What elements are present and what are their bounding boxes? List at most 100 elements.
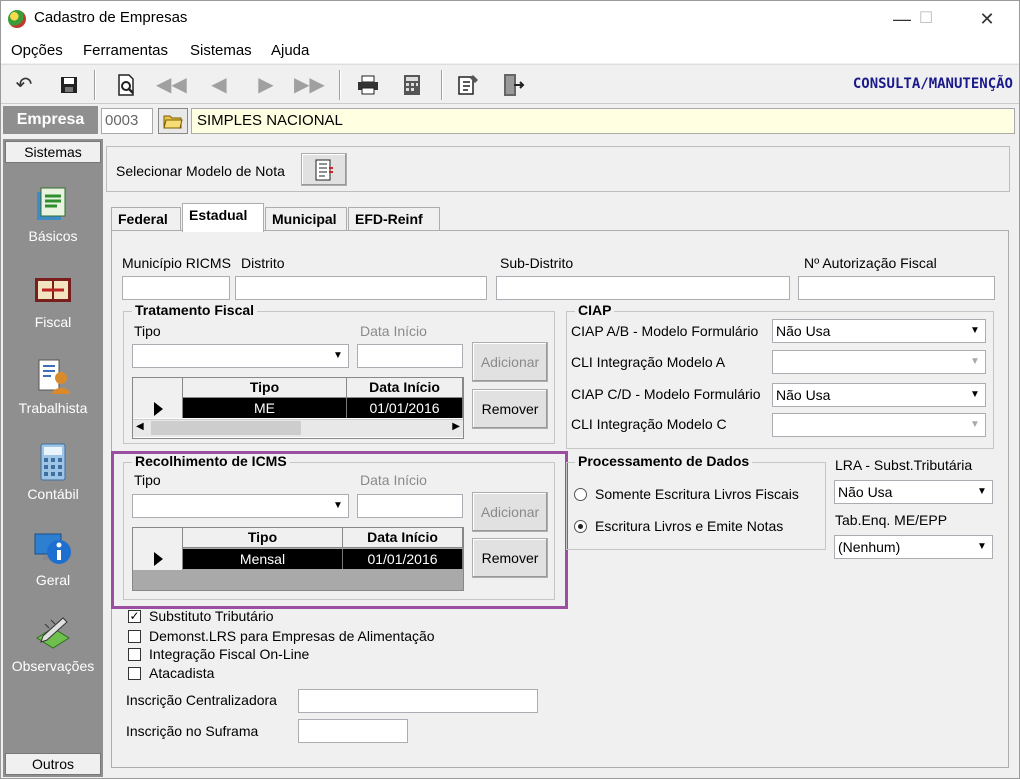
scroll-left-icon[interactable]: ◀ bbox=[136, 421, 144, 432]
ciap-title: CIAP bbox=[575, 302, 615, 318]
menu-opcoes[interactable]: Opções bbox=[11, 42, 63, 59]
title-bar: Cadastro de Empresas — ☐ ✕ bbox=[1, 1, 1019, 37]
ciap-cd-label: CIAP C/D - Modelo Formulário bbox=[571, 386, 761, 402]
first-record-icon[interactable]: ◀◀ bbox=[156, 71, 187, 99]
sidebar-footer-outros[interactable]: Outros bbox=[5, 753, 101, 775]
cli-modelo-a-select[interactable]: ▼ bbox=[772, 350, 986, 374]
sidebar-item-observacoes[interactable]: Observações bbox=[3, 614, 103, 674]
cli-modelo-c-select[interactable]: ▼ bbox=[772, 413, 986, 437]
tratamento-tipo-label: Tipo bbox=[134, 323, 161, 339]
chevron-down-icon: ▼ bbox=[973, 482, 991, 502]
tratamento-grid: Tipo Data Início ME 01/01/2016 ◀ ▶ bbox=[132, 377, 464, 439]
tab-federal[interactable]: Federal bbox=[111, 207, 181, 231]
horizontal-scrollbar[interactable]: ◀ ▶ bbox=[133, 419, 463, 437]
sidebar-item-contabil[interactable]: Contábil bbox=[3, 442, 103, 502]
basicos-icon bbox=[32, 184, 74, 224]
tab-efd-reinf[interactable]: EFD-Reinf bbox=[348, 207, 440, 231]
sidebar-item-fiscal[interactable]: Fiscal bbox=[3, 270, 103, 330]
select-modelo-button[interactable] bbox=[301, 153, 347, 186]
tratamento-fiscal-title: Tratamento Fiscal bbox=[132, 302, 258, 318]
municipio-ricms-field[interactable] bbox=[122, 276, 230, 300]
sidebar-item-trabalhista[interactable]: Trabalhista bbox=[3, 356, 103, 416]
sidebar-item-label: Básicos bbox=[28, 228, 78, 244]
sidebar-item-label: Geral bbox=[35, 572, 71, 588]
app-logo-icon bbox=[8, 10, 26, 28]
modelo-panel: Selecionar Modelo de Nota bbox=[106, 146, 1010, 192]
app-window: Cadastro de Empresas — ☐ ✕ Opções Ferram… bbox=[0, 0, 1020, 779]
info-icon bbox=[32, 528, 74, 568]
toolbar-separator bbox=[94, 70, 96, 100]
cli-modelo-a-label: CLI Integração Modelo A bbox=[571, 354, 726, 370]
menu-sistemas[interactable]: Sistemas bbox=[190, 42, 252, 59]
insc-centralizadora-field[interactable] bbox=[298, 689, 538, 713]
empresa-browse-button[interactable] bbox=[158, 108, 188, 134]
somente-escritura-label: Somente Escritura Livros Fiscais bbox=[595, 486, 799, 502]
tratamento-adicionar-button[interactable]: Adicionar bbox=[472, 342, 548, 382]
tab-municipal[interactable]: Municipal bbox=[265, 207, 347, 231]
help-tool-icon[interactable] bbox=[453, 71, 483, 99]
chevron-down-icon: ▼ bbox=[973, 537, 991, 557]
autorizacao-fiscal-field[interactable] bbox=[798, 276, 995, 300]
sidebar-item-basicos[interactable]: Básicos bbox=[3, 184, 103, 244]
sidebar-item-label: Observações bbox=[11, 658, 95, 674]
print-icon[interactable] bbox=[353, 71, 383, 99]
tabenq-select[interactable]: (Nenhum) ▼ bbox=[834, 535, 993, 559]
insc-suframa-field[interactable] bbox=[298, 719, 408, 743]
ciap-cd-select[interactable]: Não Usa ▼ bbox=[772, 383, 986, 407]
tab-estadual[interactable]: Estadual bbox=[182, 203, 264, 232]
grid-header-data-inicio[interactable]: Data Início bbox=[347, 378, 463, 398]
atacadista-checkbox[interactable] bbox=[128, 667, 141, 680]
substituto-tributario-label: Substituto Tributário bbox=[149, 608, 274, 624]
undo-icon[interactable]: ↶ bbox=[9, 71, 39, 99]
empresa-name-field[interactable]: SIMPLES NACIONAL bbox=[191, 108, 1015, 134]
processamento-group: Processamento de Dados bbox=[566, 453, 826, 550]
ciap-cd-value: Não Usa bbox=[776, 387, 831, 403]
chevron-down-icon: ▼ bbox=[966, 385, 984, 405]
calculator-icon[interactable] bbox=[397, 71, 427, 99]
last-record-icon[interactable]: ▶▶ bbox=[294, 71, 325, 99]
previous-record-icon[interactable]: ◀ bbox=[204, 71, 234, 99]
sub-distrito-label: Sub-Distrito bbox=[500, 255, 574, 271]
grid-cell-tipo[interactable]: ME bbox=[183, 398, 347, 418]
sidebar-item-label: Fiscal bbox=[34, 314, 72, 330]
integracao-fiscal-checkbox[interactable] bbox=[128, 648, 141, 661]
scroll-thumb[interactable] bbox=[151, 421, 301, 435]
tratamento-data-field[interactable] bbox=[357, 344, 463, 368]
grid-header-tipo[interactable]: Tipo bbox=[183, 378, 347, 398]
toolbar-separator bbox=[339, 70, 341, 100]
demonst-lrs-checkbox[interactable] bbox=[128, 630, 141, 643]
radio-somente-escritura[interactable] bbox=[574, 488, 587, 501]
current-row-arrow-icon bbox=[154, 402, 163, 416]
menu-ajuda[interactable]: Ajuda bbox=[271, 42, 309, 59]
empresa-code-field[interactable]: 0003 bbox=[101, 108, 153, 134]
sidebar-header-sistemas[interactable]: Sistemas bbox=[5, 141, 101, 163]
next-record-icon[interactable]: ▶ bbox=[251, 71, 281, 99]
maximize-button[interactable]: ☐ bbox=[903, 1, 949, 37]
sidebar-item-geral[interactable]: Geral bbox=[3, 528, 103, 588]
scroll-right-icon[interactable]: ▶ bbox=[452, 421, 460, 432]
exit-door-icon[interactable] bbox=[498, 71, 528, 99]
contabil-icon bbox=[32, 442, 74, 482]
trabalhista-icon bbox=[32, 356, 74, 396]
tratamento-remover-button[interactable]: Remover bbox=[472, 389, 548, 429]
ciap-ab-label: CIAP A/B - Modelo Formulário bbox=[571, 323, 759, 339]
insc-centralizadora-label: Inscrição Centralizadora bbox=[126, 692, 277, 708]
lra-select[interactable]: Não Usa ▼ bbox=[834, 480, 993, 504]
observacoes-icon bbox=[32, 614, 74, 654]
tratamento-tipo-select[interactable]: ▼ bbox=[132, 344, 349, 368]
radio-escritura-emite-notas[interactable] bbox=[574, 520, 587, 533]
substituto-tributario-checkbox[interactable]: ✓ bbox=[128, 610, 141, 623]
ciap-ab-select[interactable]: Não Usa ▼ bbox=[772, 319, 986, 343]
integracao-fiscal-label: Integração Fiscal On-Line bbox=[149, 646, 310, 662]
save-icon[interactable] bbox=[54, 71, 84, 99]
grid-cell-data[interactable]: 01/01/2016 bbox=[347, 398, 463, 418]
autorizacao-fiscal-label: Nº Autorização Fiscal bbox=[804, 255, 937, 271]
menu-ferramentas[interactable]: Ferramentas bbox=[83, 42, 168, 59]
sub-distrito-field[interactable] bbox=[496, 276, 790, 300]
close-button[interactable]: ✕ bbox=[964, 1, 1010, 37]
toolbar: ↶ ◀◀ ◀ ▶ ▶▶ CONSULTA/MANUTENÇÃO bbox=[1, 64, 1019, 104]
lra-value: Não Usa bbox=[838, 484, 893, 500]
ciap-ab-value: Não Usa bbox=[776, 323, 831, 339]
preview-icon[interactable] bbox=[111, 71, 141, 99]
distrito-field[interactable] bbox=[235, 276, 487, 300]
